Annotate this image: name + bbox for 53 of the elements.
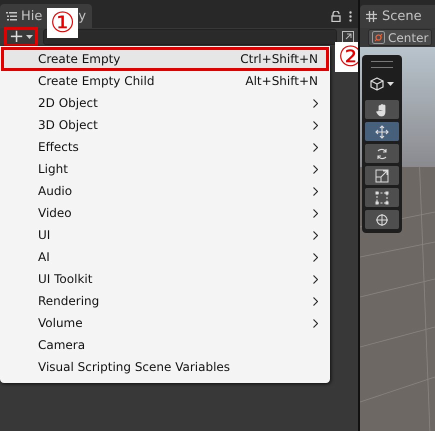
move-icon (375, 124, 389, 138)
callout-tooltip: ① (47, 8, 78, 38)
more-icon[interactable] (349, 10, 352, 22)
scene-tab[interactable]: Scene (360, 5, 435, 28)
pivot-icon (372, 31, 385, 44)
pivot-button[interactable]: Center (368, 29, 432, 46)
chevron-right-icon (313, 186, 318, 196)
tool-button[interactable] (365, 100, 399, 119)
chevron-right-icon (313, 252, 318, 262)
menu-item[interactable]: Visual Scripting Scene Variables (0, 356, 330, 378)
lock-icon[interactable] (331, 10, 341, 22)
chevron-right-icon (313, 274, 318, 284)
chevron-right-icon (313, 120, 318, 130)
shortcut-text: Ctrl+Shift+N (240, 52, 318, 66)
scale-icon (375, 168, 389, 182)
menu-item[interactable]: AI (0, 246, 330, 268)
chevron-right-icon (313, 164, 318, 174)
chevron-right-icon (313, 208, 318, 218)
menu-item[interactable]: Audio (0, 180, 330, 202)
menu-item[interactable]: UI (0, 224, 330, 246)
menu-item[interactable]: Create Empty Child Alt+Shift+N (0, 70, 330, 92)
transform-icon (375, 212, 389, 226)
cube-icon[interactable] (370, 77, 384, 91)
tool-button[interactable] (365, 122, 399, 141)
menu-item[interactable]: 2D Object (0, 92, 330, 114)
tool-button[interactable] (365, 144, 399, 163)
menu-item[interactable]: Light (0, 158, 330, 180)
tab-title: Hie (21, 8, 42, 24)
menu-item[interactable]: UI Toolkit (0, 268, 330, 290)
chevron-right-icon (313, 296, 318, 306)
chevron-right-icon (313, 318, 318, 328)
rect-tool-icon (375, 190, 389, 204)
menu-item[interactable]: Create Empty Ctrl+Shift+N (2, 48, 328, 70)
chevron-right-icon (313, 98, 318, 108)
chevron-right-icon (313, 230, 318, 240)
chevron-right-icon (313, 142, 318, 152)
rotate-icon (375, 146, 389, 160)
menu-item[interactable]: 3D Object (0, 114, 330, 136)
caret-icon (26, 35, 34, 39)
drag-handle[interactable] (371, 61, 393, 68)
tool-button[interactable] (365, 188, 399, 207)
menu-item[interactable]: Camera (0, 334, 330, 356)
tab-title: y (78, 8, 86, 24)
menu-item[interactable]: Video (0, 202, 330, 224)
shortcut-text: Alt+Shift+N (245, 74, 318, 88)
caret-icon[interactable] (387, 82, 394, 86)
list-icon (6, 12, 17, 20)
tool-button[interactable] (365, 166, 399, 185)
tool-button[interactable] (365, 210, 399, 229)
menu-item[interactable]: Effects (0, 136, 330, 158)
menu-item[interactable]: Volume (0, 312, 330, 334)
grid-icon (366, 11, 377, 22)
menu-item[interactable]: Rendering (0, 290, 330, 312)
